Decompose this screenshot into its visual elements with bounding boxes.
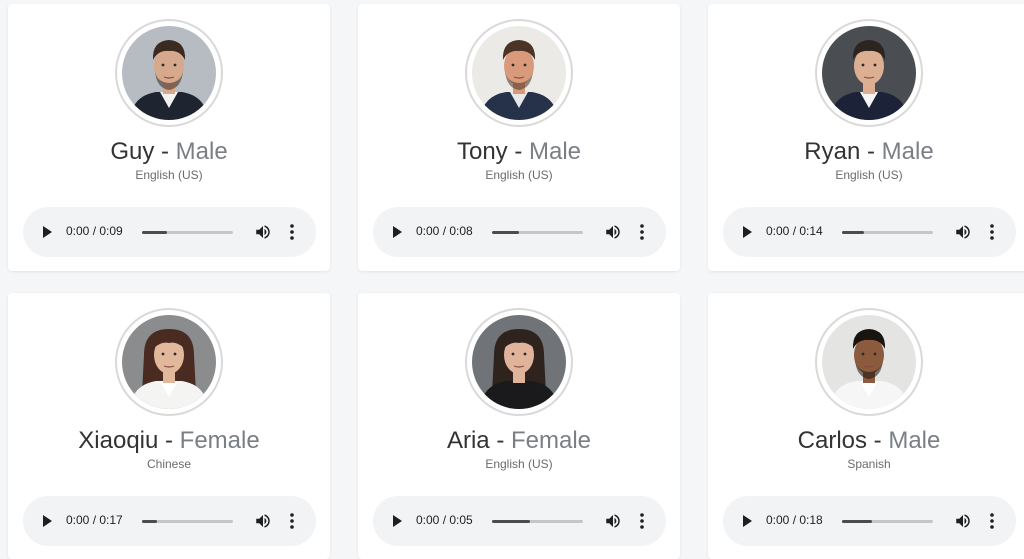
voice-title: Xiaoqiu - Female — [8, 427, 330, 455]
audio-player[interactable]: 0:00 / 0:09 — [23, 207, 316, 257]
title-separator: - — [158, 427, 180, 454]
play-icon[interactable] — [43, 515, 52, 527]
play-icon[interactable] — [393, 515, 402, 527]
seek-progress — [142, 520, 158, 523]
voice-gender: Female — [179, 427, 260, 454]
voice-title: Aria - Female — [358, 427, 680, 455]
more-options-icon[interactable] — [988, 512, 996, 530]
voice-name: Guy — [110, 138, 155, 165]
voice-name: Carlos — [797, 427, 867, 454]
seek-slider[interactable] — [142, 520, 233, 523]
title-separator: - — [489, 427, 511, 454]
play-icon[interactable] — [393, 226, 402, 238]
voice-title: Carlos - Male — [708, 427, 1024, 455]
more-options-icon[interactable] — [988, 223, 996, 241]
audio-player[interactable]: 0:00 / 0:14 — [723, 207, 1016, 257]
voice-card-carlos: Carlos - Male Spanish 0:00 / 0:18 — [708, 293, 1024, 559]
voice-gender: Female — [510, 427, 592, 454]
voice-card-aria: Aria - Female English (US) 0:00 / 0:05 — [358, 293, 680, 559]
voice-card-ryan: Ryan - Male English (US) 0:00 / 0:14 — [708, 4, 1024, 271]
voice-card-guy: Guy - Male English (US) 0:00 / 0:09 — [8, 4, 330, 271]
more-options-icon[interactable] — [288, 512, 296, 530]
time-display: 0:00 / 0:14 — [766, 224, 823, 238]
avatar — [815, 308, 923, 416]
audio-player[interactable]: 0:00 / 0:17 — [23, 496, 316, 546]
seek-progress — [842, 231, 864, 234]
avatar — [115, 19, 223, 127]
title-separator: - — [507, 138, 529, 165]
voice-title: Ryan - Male — [708, 138, 1024, 166]
volume-icon[interactable] — [954, 223, 972, 241]
portrait-image — [822, 315, 916, 409]
time-display: 0:00 / 0:08 — [416, 224, 473, 238]
voice-gender: Male — [888, 427, 941, 454]
seek-progress — [492, 231, 520, 234]
voice-gender: Male — [881, 138, 934, 165]
voice-card-tony: Tony - Male English (US) 0:00 / 0:08 — [358, 4, 680, 271]
seek-slider[interactable] — [492, 231, 583, 234]
time-display: 0:00 / 0:09 — [66, 224, 123, 238]
seek-slider[interactable] — [842, 520, 933, 523]
portrait-image — [122, 26, 216, 120]
title-separator: - — [867, 427, 889, 454]
voice-gender: Male — [175, 138, 228, 165]
volume-icon[interactable] — [254, 512, 272, 530]
voice-language: Spanish — [847, 457, 891, 471]
avatar — [465, 19, 573, 127]
volume-icon[interactable] — [604, 223, 622, 241]
audio-player[interactable]: 0:00 / 0:05 — [373, 496, 666, 546]
title-separator: - — [154, 138, 176, 165]
voice-language: English (US) — [835, 168, 903, 182]
seek-slider[interactable] — [142, 231, 233, 234]
voice-language: English (US) — [135, 168, 203, 182]
avatar — [465, 308, 573, 416]
title-separator: - — [860, 138, 882, 165]
volume-icon[interactable] — [604, 512, 622, 530]
seek-slider[interactable] — [842, 231, 933, 234]
portrait-image — [472, 26, 566, 120]
seek-progress — [142, 231, 168, 234]
avatar — [115, 308, 223, 416]
volume-icon[interactable] — [254, 223, 272, 241]
voice-name: Tony — [456, 138, 508, 165]
more-options-icon[interactable] — [638, 223, 646, 241]
audio-player[interactable]: 0:00 / 0:18 — [723, 496, 1016, 546]
seek-progress — [492, 520, 531, 523]
time-display: 0:00 / 0:05 — [416, 513, 473, 527]
voice-title: Tony - Male — [358, 138, 680, 166]
more-options-icon[interactable] — [288, 223, 296, 241]
play-icon[interactable] — [743, 515, 752, 527]
voice-language: English (US) — [485, 457, 553, 471]
play-icon[interactable] — [743, 226, 752, 238]
voice-card-xiaoqiu: Xiaoqiu - Female Chinese 0:00 / 0:17 — [8, 293, 330, 559]
time-display: 0:00 / 0:17 — [66, 513, 123, 527]
voice-title: Guy - Male — [8, 138, 330, 166]
portrait-image — [472, 315, 566, 409]
seek-progress — [842, 520, 873, 523]
voice-name: Aria — [446, 427, 490, 454]
volume-icon[interactable] — [954, 512, 972, 530]
voice-name: Xiaoqiu — [78, 427, 159, 454]
voice-name: Ryan — [804, 138, 861, 165]
voice-language: English (US) — [485, 168, 553, 182]
more-options-icon[interactable] — [638, 512, 646, 530]
seek-slider[interactable] — [492, 520, 583, 523]
audio-player[interactable]: 0:00 / 0:08 — [373, 207, 666, 257]
portrait-image — [822, 26, 916, 120]
avatar — [815, 19, 923, 127]
time-display: 0:00 / 0:18 — [766, 513, 823, 527]
portrait-image — [122, 315, 216, 409]
voice-gender: Male — [529, 138, 582, 165]
voice-language: Chinese — [146, 457, 192, 471]
play-icon[interactable] — [43, 226, 52, 238]
